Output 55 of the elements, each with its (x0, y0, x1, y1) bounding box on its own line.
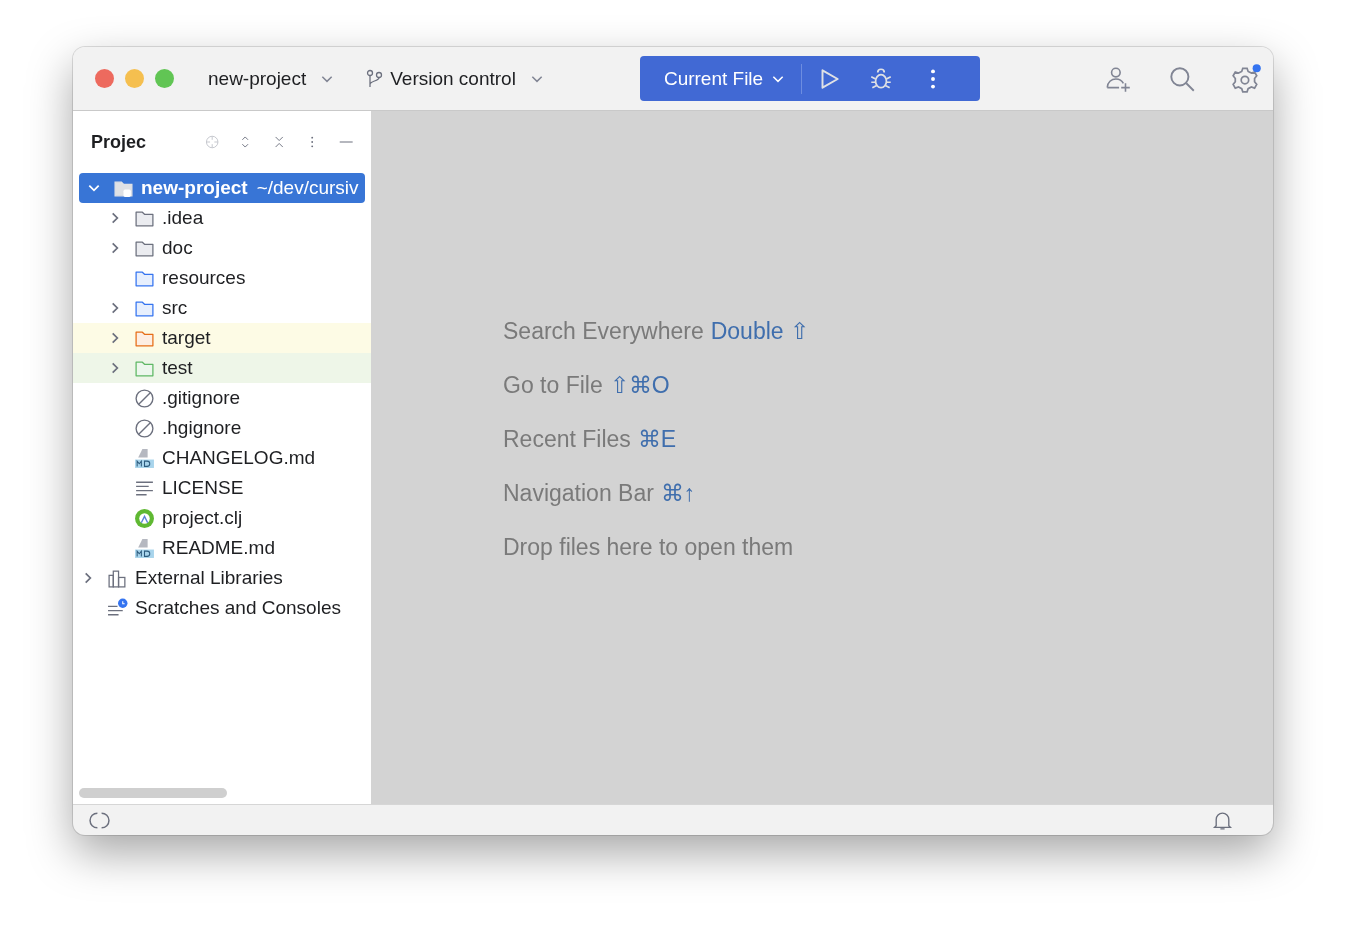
tree-item[interactable]: doc (73, 233, 371, 263)
panel-title: Projec (91, 131, 147, 153)
close-button[interactable] (95, 69, 114, 88)
shortcut-text: ⇧⌘O (609, 372, 670, 398)
item-name: LICENSE (162, 477, 244, 499)
tree-item[interactable]: .gitignore (73, 383, 371, 413)
hint-text: Drop files here to open them (503, 534, 794, 560)
item-name: project.clj (162, 507, 243, 529)
item-name: .hgignore (162, 417, 242, 439)
tree-item[interactable]: .hgignore (73, 413, 371, 443)
markdown-file-icon (134, 537, 155, 559)
version-control-menu[interactable]: Version control (358, 63, 552, 94)
project-selector[interactable]: new-project (200, 63, 343, 94)
tree-item[interactable]: test (73, 353, 371, 383)
item-name: CHANGELOG.md (162, 447, 316, 469)
tree-item[interactable]: Scratches and Consoles (73, 593, 371, 623)
item-name: resources (162, 267, 246, 289)
tree-item[interactable]: target (73, 323, 371, 353)
hint-text: Go to File (503, 372, 603, 398)
branch-icon (366, 68, 385, 89)
bell-icon[interactable] (1212, 809, 1233, 831)
tree-item[interactable]: .idea (73, 203, 371, 233)
item-name: .idea (162, 207, 204, 229)
item-name: Scratches and Consoles (135, 597, 341, 619)
prohibited-icon (134, 417, 155, 439)
shortcut-text: Double ⇧ (710, 318, 809, 344)
run-configuration-selector[interactable]: Current File (649, 63, 794, 94)
markdown-file-icon (134, 447, 155, 469)
tree-item[interactable]: project.clj (73, 503, 371, 533)
shortcut-text: ⌘↑ (660, 480, 696, 506)
tree-item[interactable]: CHANGELOG.md (73, 443, 371, 473)
hint-text: Navigation Bar (503, 480, 654, 506)
tree-item[interactable]: new-project ~/dev/cursiv (79, 173, 365, 203)
item-path: ~/dev/cursiv (256, 177, 359, 199)
lambda-circle-icon (134, 507, 155, 529)
item-name: README.md (162, 537, 275, 559)
scrollbar[interactable] (79, 788, 227, 798)
item-name: target (162, 327, 211, 349)
item-name: External Libraries (135, 567, 283, 589)
tree-item[interactable]: External Libraries (73, 563, 371, 593)
tree-item[interactable]: LICENSE (73, 473, 371, 503)
zoom-button[interactable] (155, 69, 174, 88)
item-name: src (162, 297, 188, 319)
shortcut-text: ⌘E (637, 426, 677, 452)
item-name: new-project (141, 177, 248, 199)
item-name: .gitignore (162, 387, 241, 409)
hint-text: Recent Files (503, 426, 631, 452)
hint-text: Search Everywhere (503, 318, 704, 344)
tree-item[interactable]: src (73, 293, 371, 323)
settings-icon[interactable] (1231, 63, 1261, 94)
item-name: test (162, 357, 193, 379)
tree-item[interactable]: README.md (73, 533, 371, 563)
tree-item[interactable]: resources (73, 263, 371, 293)
prohibited-icon (134, 387, 155, 409)
item-name: doc (162, 237, 193, 259)
